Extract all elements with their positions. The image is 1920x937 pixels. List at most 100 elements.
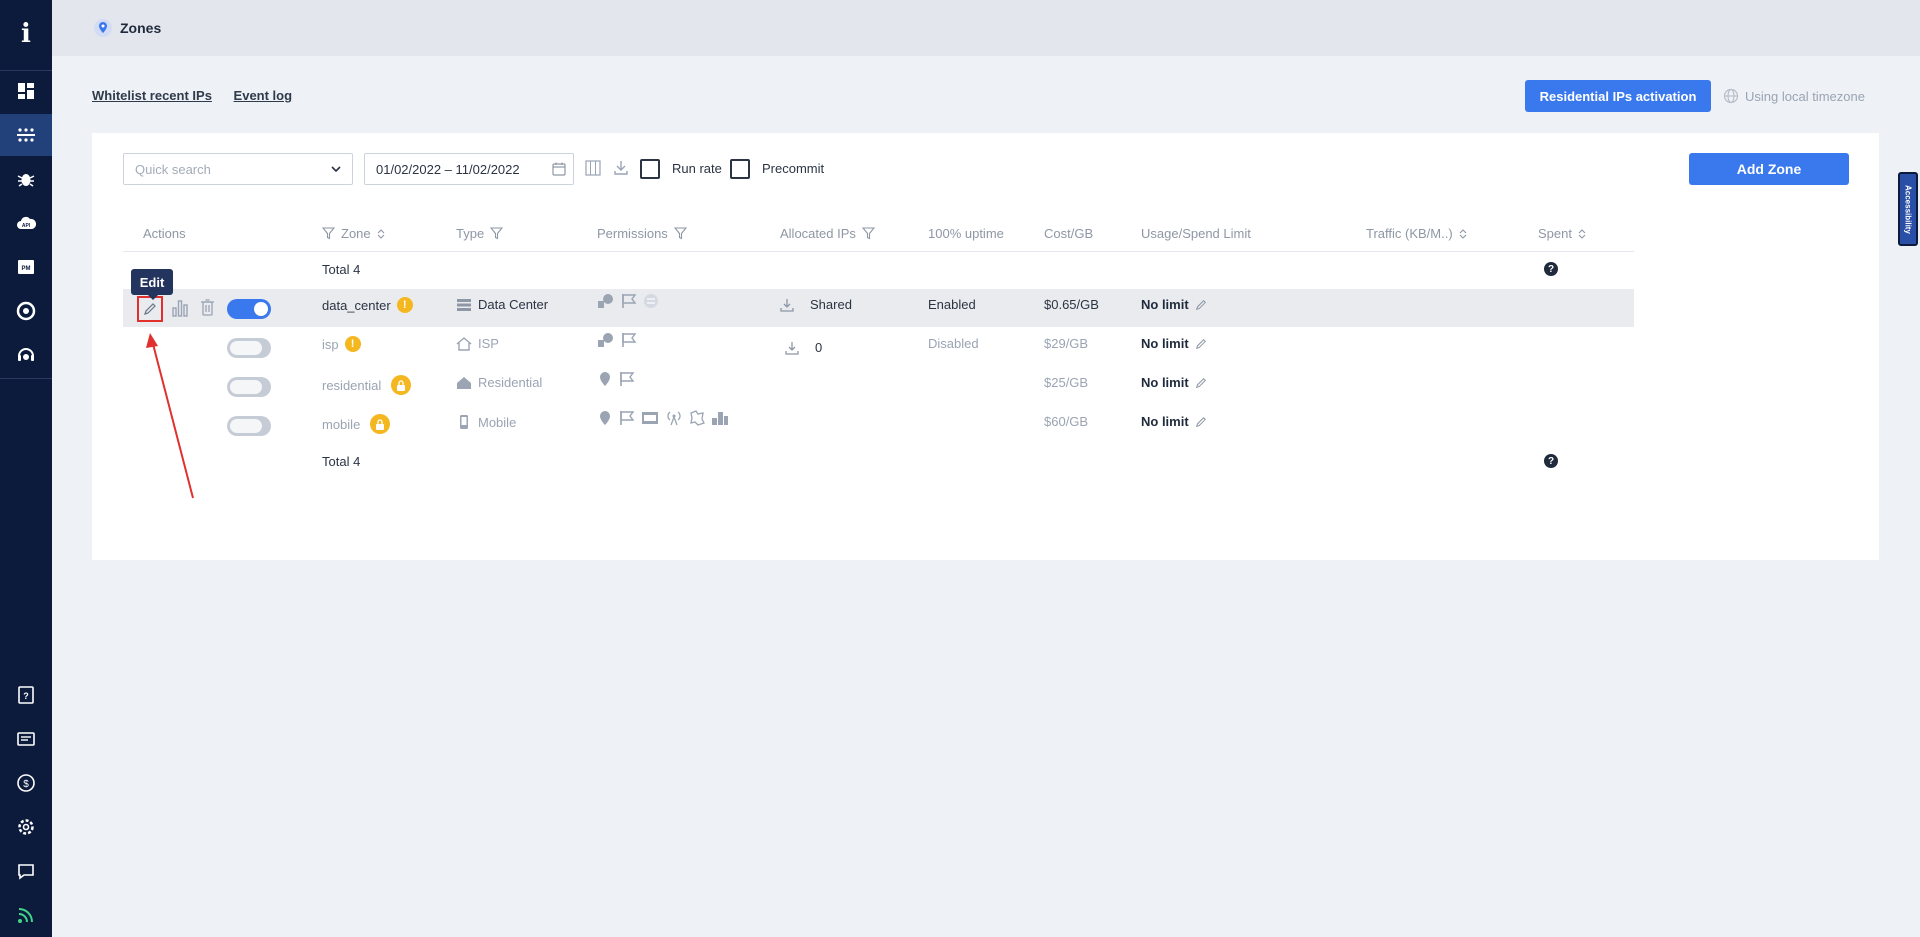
sidebar-item-chat[interactable] xyxy=(0,850,52,892)
allocated-ips[interactable]: 0 xyxy=(785,340,822,355)
zone-name[interactable]: data_center! xyxy=(322,297,413,313)
rss-icon xyxy=(18,908,33,923)
date-range-picker[interactable]: 01/02/2022 – 11/02/2022 xyxy=(364,153,574,185)
column-header-permissions[interactable]: Permissions xyxy=(597,226,687,241)
zone-toggle[interactable] xyxy=(227,416,271,436)
flag-icon xyxy=(620,411,635,425)
pencil-icon[interactable] xyxy=(1195,377,1207,389)
accessibility-tab[interactable]: Accessibility xyxy=(1898,172,1918,246)
filter-icon[interactable] xyxy=(322,227,335,240)
residential-ips-activation-button[interactable]: Residential IPs activation xyxy=(1525,80,1711,112)
sidebar-item-payments[interactable]: $ xyxy=(0,762,52,804)
zone-type: Data Center xyxy=(456,297,548,312)
filter-icon[interactable] xyxy=(490,227,504,240)
event-log-link[interactable]: Event log xyxy=(234,88,293,103)
sidebar-item-dashboard[interactable] xyxy=(0,70,52,112)
download-icon[interactable] xyxy=(613,160,629,176)
filter-icon[interactable] xyxy=(861,227,875,240)
sidebar-item-feed[interactable] xyxy=(0,894,52,936)
zone-type: Residential xyxy=(456,375,542,390)
column-header-type[interactable]: Type xyxy=(456,226,504,241)
pencil-icon[interactable] xyxy=(1195,338,1207,350)
allocated-ips[interactable]: Shared xyxy=(780,297,852,312)
permissions-icons xyxy=(597,371,635,387)
columns-icon[interactable] xyxy=(585,160,601,176)
pencil-icon[interactable] xyxy=(1195,299,1207,311)
sort-icon[interactable] xyxy=(1578,228,1586,240)
sidebar-divider xyxy=(0,378,52,379)
usage-limit[interactable]: No limit xyxy=(1141,414,1207,429)
precommit-checkbox[interactable] xyxy=(730,159,750,179)
cost-per-gb: $0.65/GB xyxy=(1044,297,1099,312)
server-icon xyxy=(457,298,471,311)
sort-icon[interactable] xyxy=(377,228,385,240)
add-zone-button[interactable]: Add Zone xyxy=(1689,153,1849,185)
sidebar-item-support[interactable] xyxy=(0,334,52,376)
zone-type: Mobile xyxy=(456,414,516,430)
calendar-icon xyxy=(552,162,566,176)
sidebar-item-chrome[interactable] xyxy=(0,290,52,332)
usage-limit[interactable]: No limit xyxy=(1141,336,1207,351)
help-book-icon: ? xyxy=(18,686,34,704)
timezone-toggle[interactable]: Using local timezone xyxy=(1723,88,1865,104)
column-header-traffic[interactable]: Traffic (KB/M..) xyxy=(1366,226,1467,241)
whitelist-recent-ips-link[interactable]: Whitelist recent IPs xyxy=(92,88,212,103)
api-cloud-icon: API xyxy=(17,216,36,229)
svg-text:PM: PM xyxy=(22,266,31,272)
flag-icon xyxy=(620,372,635,386)
flag-icon xyxy=(622,333,637,347)
usage-limit[interactable]: No limit xyxy=(1141,297,1207,312)
column-header-spent[interactable]: Spent xyxy=(1538,226,1586,241)
page-header: Zones xyxy=(52,0,1920,56)
edit-tooltip: Edit xyxy=(131,269,173,300)
pencil-icon[interactable] xyxy=(1195,416,1207,428)
sidebar-item-settings[interactable] xyxy=(0,806,52,848)
permissions-icons xyxy=(597,410,729,426)
timezone-label: Using local timezone xyxy=(1745,88,1865,104)
sidebar-item-billing[interactable] xyxy=(0,718,52,760)
chrome-icon xyxy=(16,301,36,321)
permissions-icons xyxy=(597,332,637,348)
home-icon xyxy=(456,336,472,351)
sidebar-item-bugs[interactable] xyxy=(0,158,52,200)
column-header-cost: Cost/GB xyxy=(1044,226,1094,241)
date-range-value: 01/02/2022 – 11/02/2022 xyxy=(376,161,520,177)
header-divider xyxy=(123,251,1634,252)
cost-per-gb: $60/GB xyxy=(1044,414,1089,429)
zone-toggle[interactable] xyxy=(227,338,271,358)
run-rate-checkbox[interactable] xyxy=(640,159,660,179)
antenna-icon xyxy=(667,411,681,426)
column-header-zone[interactable]: Zone xyxy=(322,226,385,241)
logo[interactable]: i xyxy=(0,14,52,54)
zone-name[interactable]: isp! xyxy=(322,336,361,352)
quick-search-select[interactable]: Quick search xyxy=(123,153,353,185)
column-header-uptime: 100% uptime xyxy=(928,226,1004,241)
cost-per-gb: $25/GB xyxy=(1044,375,1089,390)
help-icon[interactable]: ? xyxy=(1544,454,1558,468)
zone-toggle[interactable] xyxy=(227,299,271,319)
sidebar-item-proxy-manager[interactable]: PM xyxy=(0,246,52,288)
stats-icon[interactable] xyxy=(171,298,189,318)
precommit-label: Precommit xyxy=(762,161,825,176)
dashboard-icon xyxy=(18,83,34,99)
zone-name[interactable]: mobile xyxy=(322,414,391,434)
sort-icon[interactable] xyxy=(1459,228,1467,240)
zone-type: ISP xyxy=(456,336,499,351)
city-icon xyxy=(712,412,728,425)
filter-icon[interactable] xyxy=(673,227,687,240)
warning-icon: ! xyxy=(344,336,361,352)
sidebar-item-zones[interactable] xyxy=(0,114,52,156)
trash-icon[interactable] xyxy=(200,299,215,316)
zone-toggle[interactable] xyxy=(227,377,271,397)
zone-name[interactable]: residential xyxy=(322,375,412,395)
help-icon[interactable]: ? xyxy=(1544,262,1558,276)
asn-icon xyxy=(644,294,658,308)
globe-icon xyxy=(1723,88,1739,104)
sidebar-item-api[interactable]: API xyxy=(0,202,52,244)
sidebar-item-help[interactable]: ? xyxy=(0,674,52,716)
usage-limit[interactable]: No limit xyxy=(1141,375,1207,390)
mobile-phone-icon xyxy=(460,415,468,429)
run-rate-label: Run rate xyxy=(672,161,722,176)
column-header-allocated-ips[interactable]: Allocated IPs xyxy=(780,226,875,241)
asn-icon xyxy=(642,412,658,424)
